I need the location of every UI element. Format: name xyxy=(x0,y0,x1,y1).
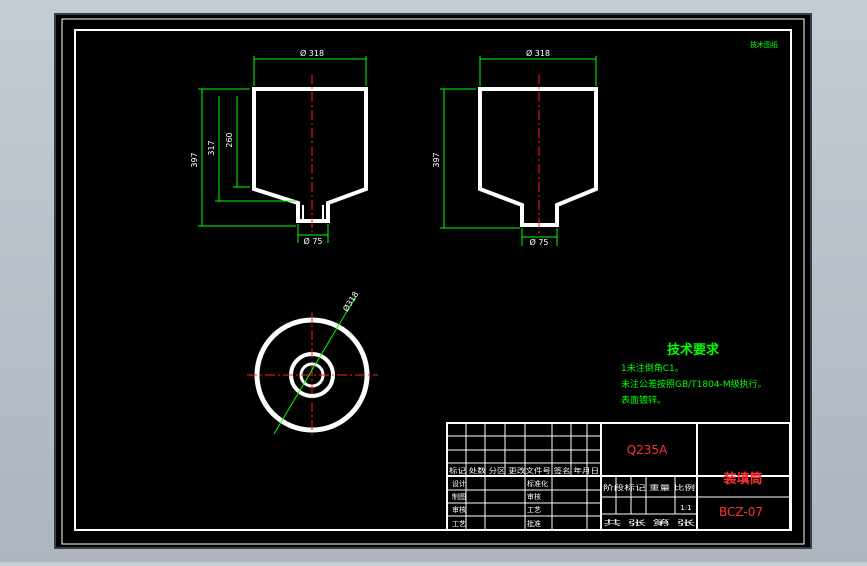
left-bottom-diameter: Ø 75 xyxy=(303,236,322,246)
right-bottom-diameter: Ø 75 xyxy=(529,237,548,247)
left-top-diameter: Ø 318 xyxy=(300,48,324,58)
drawing-number: BCZ-07 xyxy=(719,505,763,519)
material-label: Q235A xyxy=(627,443,668,457)
corner-note: 技术图纸 xyxy=(750,40,778,49)
row-right-design: 标准化 xyxy=(527,479,548,488)
header-row: 标记 处数 分区 更改文件号 签名 年月日 xyxy=(449,466,599,475)
stage-labels: 阶段标记 重量 比例 xyxy=(603,483,695,492)
row-right-process: 批准 xyxy=(527,519,541,528)
scale-value: 1:1 xyxy=(680,504,691,512)
left-mid-height: 317 xyxy=(207,140,216,155)
tech-req-title: 技术要求 xyxy=(667,342,720,358)
drawing-canvas[interactable]: 技术图纸 Ø 318 Ø 75 397 317 260 Ø 318 Ø 75 3… xyxy=(0,0,867,562)
row-label-check: 审核 xyxy=(452,505,466,514)
part-name: 装填筒 xyxy=(722,471,762,487)
row-label-process: 工艺 xyxy=(452,520,466,528)
left-overall-height: 397 xyxy=(190,152,199,167)
cad-viewport[interactable]: 技术图纸 Ø 318 Ø 75 397 317 260 Ø 318 Ø 75 3… xyxy=(0,0,867,562)
row-right-draw: 审核 xyxy=(527,492,541,501)
tech-req-line-1: 1未注倒角C1。 xyxy=(621,362,684,374)
right-overall-height: 397 xyxy=(432,152,441,167)
right-top-diameter: Ø 318 xyxy=(526,48,550,58)
left-inner-height: 260 xyxy=(225,132,234,147)
row-label-design: 设计 xyxy=(452,479,466,488)
row-label-draw: 制图 xyxy=(452,492,466,501)
sheet-info: 共 张 第 张 xyxy=(603,518,695,527)
tech-req-line-3: 表面镀锌。 xyxy=(621,394,666,406)
tech-req-line-2: 未注公差按照GB/T1804-M级执行。 xyxy=(621,378,767,390)
row-right-check: 工艺 xyxy=(527,506,541,514)
